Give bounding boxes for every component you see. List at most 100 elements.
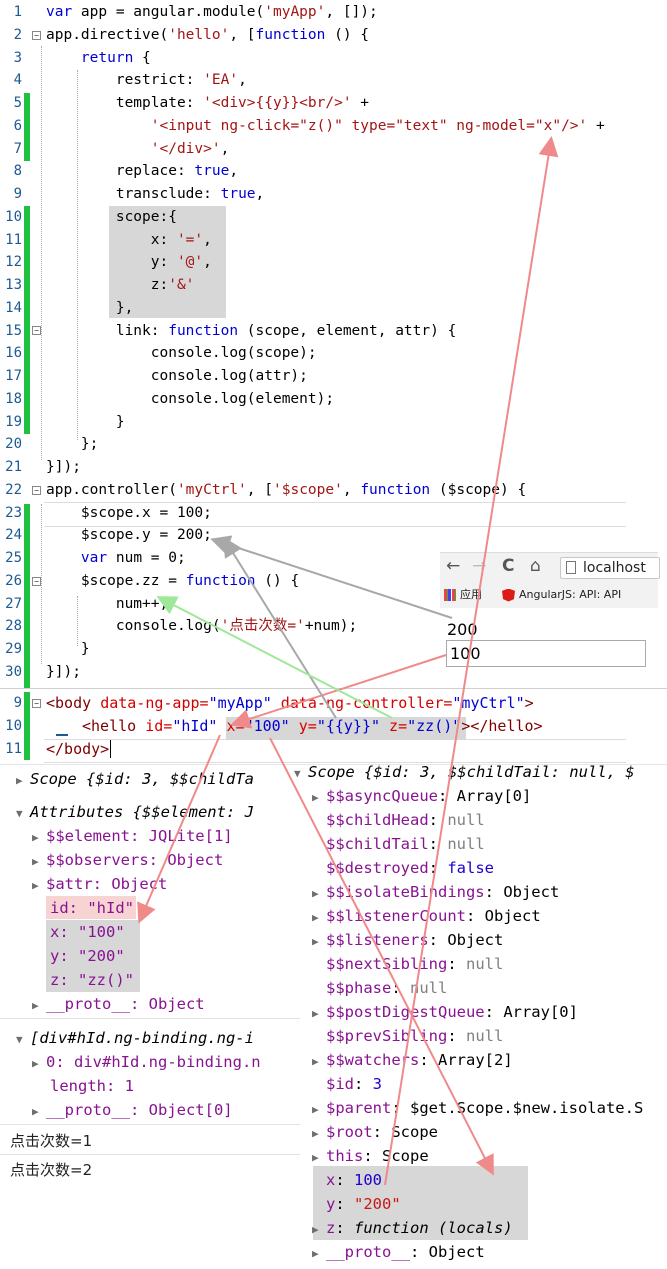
line-number: 19 [5, 413, 22, 430]
fold-toggle[interactable]: − [32, 577, 41, 586]
line-number: 22 [5, 481, 22, 498]
length-prop: length: 1 [50, 1077, 134, 1095]
scope-prop-row[interactable]: ▶ $root: Scope [312, 1120, 438, 1146]
page-icon [566, 561, 576, 574]
scope-prop-row[interactable]: ▶ $$listenerCount: Object [312, 904, 541, 930]
angular-bookmark[interactable]: AngularJS: API: API [502, 585, 621, 605]
scope-prop-row[interactable]: ▶ $$isolateBindings: Object [312, 880, 559, 906]
home-icon[interactable]: ⌂ [530, 556, 541, 576]
line-number: 9 [13, 695, 22, 711]
code-line: app.controller('myCtrl', ['$scope', func… [46, 481, 527, 498]
attr-prop[interactable]: ▶ $attr: Object [32, 872, 167, 898]
proto-prop[interactable]: ▶ __proto__: Object [32, 992, 205, 1018]
code-line-hello: <hello id="hId" x="100" y="{{y}}" z="zz(… [82, 717, 543, 735]
line-number: 7 [13, 140, 22, 157]
code-line: var app = angular.module('myApp', []); [46, 4, 378, 20]
browser-window: ← → C ⌂ localhost 应用 AngularJS: API: API [440, 552, 660, 608]
apps-grid-icon [444, 589, 456, 601]
z-prop: z: "zz()" [50, 971, 134, 989]
fold-toggle[interactable]: − [32, 699, 41, 708]
fold-toggle[interactable]: − [32, 326, 41, 335]
id-prop: id: "hId" [50, 899, 134, 917]
scope-prop-row: $$prevSibling: null [326, 1027, 504, 1045]
element-array-row[interactable]: ▼ [div#hId.ng-binding.ng-i [16, 1026, 254, 1052]
line-number: 2 [13, 26, 22, 43]
line-number: 1 [13, 4, 22, 20]
attributes-row[interactable]: ▼ Attributes {$$element: J [16, 800, 254, 826]
proto2-prop[interactable]: ▶ __proto__: Object[0] [32, 1098, 233, 1124]
scope-prop-row: x: 100 [326, 1171, 383, 1189]
scope-prop-row[interactable]: ▶ $$listeners: Object [312, 928, 503, 954]
line-number: 28 [5, 618, 22, 635]
code-line: console.log(attr); [46, 368, 308, 384]
line-number: 12 [5, 254, 22, 271]
code-line: app.directive('hello', [function () { [46, 26, 370, 43]
address-bar[interactable]: localhost [560, 557, 660, 579]
line-number: 29 [5, 641, 22, 657]
click-log: 点击次数=1 [10, 1132, 93, 1150]
code-line: console.log(element); [46, 390, 335, 407]
editor-divider [0, 688, 667, 689]
code-line: console.log('点击次数='+num); [46, 618, 358, 635]
code-line: }]); [46, 459, 81, 475]
line-number: 8 [13, 163, 22, 180]
observers-prop[interactable]: ▶ $$observers: Object [32, 848, 223, 874]
fold-toggle[interactable]: − [32, 31, 41, 40]
line-number: 26 [5, 572, 22, 589]
scope-prop-row[interactable]: ▶ $$postDigestQueue: Array[0] [312, 1000, 578, 1026]
code-line: '</div>', [150, 140, 230, 157]
scope-prop-row[interactable]: ▶ $$asyncQueue: Array[0] [312, 784, 531, 810]
reload-icon[interactable]: C [502, 556, 514, 576]
scope-prop-row[interactable]: ▶ __proto__: Object [312, 1240, 485, 1266]
line-number: 5 [13, 95, 22, 111]
back-icon[interactable]: ← [446, 556, 460, 576]
code-line: z:'&' [46, 277, 195, 293]
x-input[interactable]: 100 [446, 640, 646, 667]
scope-prop-row: $$childHead: null [326, 811, 485, 829]
click-log: 点击次数=2 [10, 1161, 93, 1179]
code-line: scope:{ [46, 208, 177, 225]
scope-prop-row[interactable]: ▶ $parent: $get.Scope.$new.isolate.S [312, 1096, 643, 1122]
line-number: 10 [5, 208, 22, 225]
scope-prop-row[interactable]: ▶ this: Scope [312, 1144, 429, 1170]
line-number: 6 [13, 117, 22, 134]
code-line: } [46, 641, 90, 657]
indent-guide [41, 504, 42, 664]
scope-prop-row[interactable]: ▶ $$watchers: Array[2] [312, 1048, 513, 1074]
code-line: } [46, 413, 125, 430]
code-line: y: '@', [46, 254, 212, 271]
scope-header-row[interactable]: ▼ Scope {$id: 3, $$childTail: null, $ [294, 760, 635, 786]
element-prop[interactable]: ▶ $$element: JQLite[1] [32, 824, 233, 850]
apps-bookmark[interactable]: 应用 [444, 585, 482, 605]
code-line: }, [46, 299, 134, 316]
scope-prop-row[interactable]: ▶ z: function (locals) [312, 1216, 513, 1242]
line-number: 27 [5, 595, 22, 612]
line-number: 11 [5, 741, 22, 757]
code-line: num++; [46, 595, 169, 612]
code-line-body-close: </body> [46, 740, 112, 758]
change-bar [24, 692, 30, 760]
line-number: 21 [5, 459, 22, 475]
code-line: '<input ng-click="z()" type="text" ng-mo… [150, 117, 605, 134]
line-number: 3 [13, 49, 22, 66]
console-divider [0, 1154, 300, 1155]
zero-prop[interactable]: ▶ 0: div#hId.ng-binding.n [32, 1050, 261, 1076]
squiggle [56, 734, 68, 736]
indent-guide [41, 46, 42, 460]
code-line: console.log(scope); [46, 345, 317, 362]
code-line: }; [46, 436, 99, 453]
angular-icon [502, 588, 515, 602]
fold-toggle[interactable]: − [32, 486, 41, 495]
code-line: x: '=', [46, 231, 212, 248]
scope-prop-row: $$phase: null [326, 979, 448, 997]
change-bar [24, 504, 30, 688]
line-number: 24 [5, 527, 22, 544]
scope-prop-row: $$nextSibling: null [326, 955, 504, 973]
scope-summary-row[interactable]: ▶ Scope {$id: 3, $$childTa [16, 767, 254, 793]
line-number: 11 [5, 231, 22, 248]
scope-prop-row: $$destroyed: false [326, 859, 494, 877]
forward-icon[interactable]: → [472, 556, 486, 576]
code-line: var num = 0; [80, 550, 186, 566]
line-number: 14 [5, 299, 22, 316]
line-number: 13 [5, 277, 22, 293]
